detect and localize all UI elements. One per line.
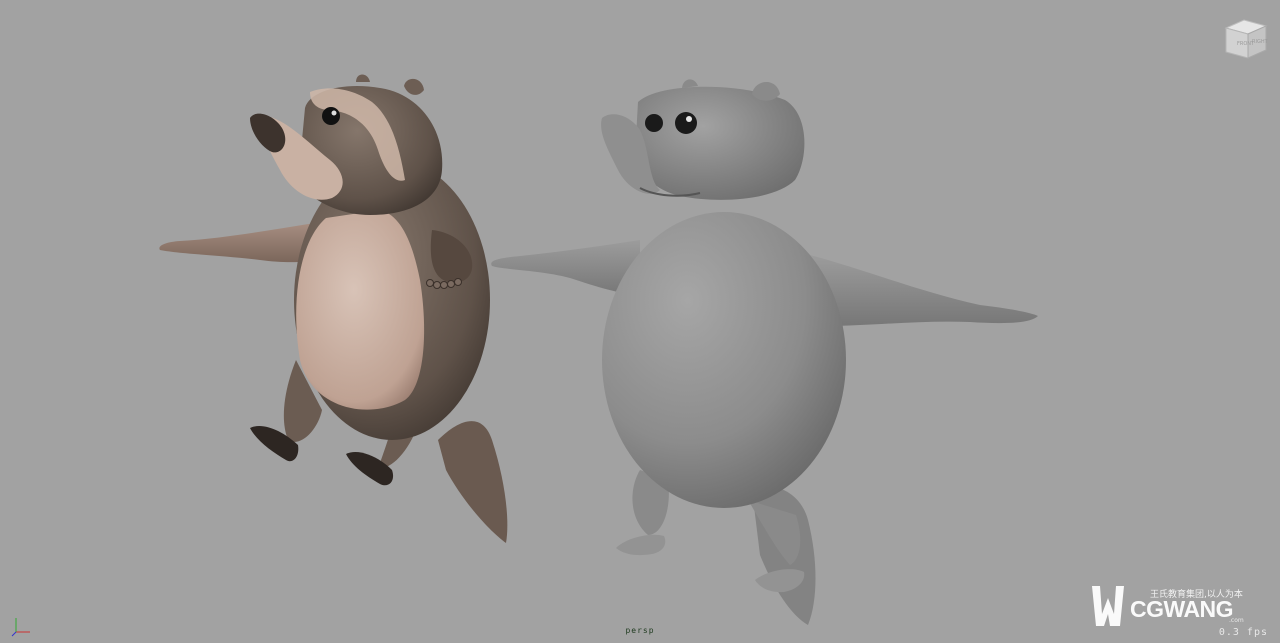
raccoon-belly[interactable] <box>296 210 425 410</box>
viewcube-icon[interactable]: FRONT RIGHT <box>1220 14 1270 60</box>
fps-readout: 0.3 fps <box>1218 627 1268 638</box>
grey-head[interactable] <box>635 86 805 200</box>
grey-eye-highlight <box>686 116 692 122</box>
grey-eye-left <box>645 114 663 132</box>
cgwang-watermark: 王氏教育集团,以人为本 CGWANG .com <box>1090 584 1250 628</box>
raccoon-ear-right[interactable] <box>404 78 424 95</box>
raccoon-untextured-model[interactable] <box>491 79 1038 625</box>
cgwang-logo-icon <box>1092 586 1124 626</box>
raccoon-eye <box>322 107 340 125</box>
camera-name-label: persp <box>625 626 655 635</box>
raccoon-ear-left[interactable] <box>356 74 370 83</box>
grey-left-foot[interactable] <box>616 534 666 556</box>
grey-right-arm[interactable] <box>810 255 1038 326</box>
grey-body[interactable] <box>602 212 846 508</box>
grey-eye-right <box>675 112 697 134</box>
raccoon-nose[interactable] <box>250 113 286 153</box>
raccoon-textured-model[interactable] <box>159 74 508 544</box>
raccoon-eye-highlight <box>331 110 337 116</box>
grey-ear-left[interactable] <box>682 79 698 88</box>
maya-viewport[interactable]: FRONT RIGHT persp 0.3 fps 王氏教育集团,以人为本 CG… <box>0 0 1280 643</box>
grey-left-arm[interactable] <box>491 240 640 295</box>
raccoon-tail[interactable] <box>438 421 508 543</box>
watermark-brand: CGWANG <box>1130 596 1234 622</box>
watermark-domain: .com <box>1229 617 1244 624</box>
viewcube-right-label[interactable]: RIGHT <box>1252 39 1269 45</box>
scene-canvas[interactable] <box>0 0 1280 643</box>
